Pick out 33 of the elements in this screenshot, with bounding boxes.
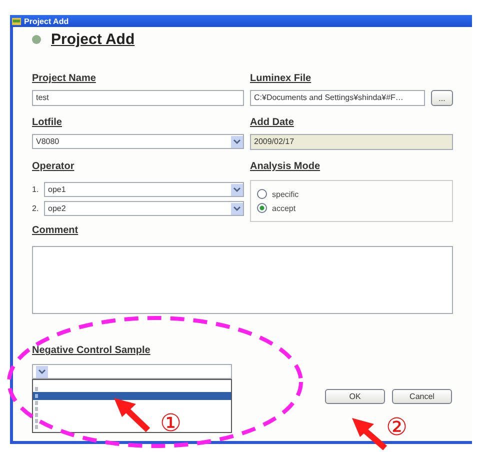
page-heading: Project Add (51, 31, 135, 48)
field-label: Lotfile (32, 117, 62, 128)
date-field: 2009/02/17 (250, 134, 453, 150)
file-path-field[interactable]: C:¥Documents and Settings¥shinda¥#F… (250, 90, 425, 106)
row-number: 1. (32, 185, 38, 194)
text-field[interactable]: test (32, 90, 244, 106)
field-label: Negative Control Sample (32, 345, 150, 356)
annotation-marker: ① (160, 412, 182, 436)
arrow (114, 398, 150, 432)
comment-text-area[interactable] (32, 246, 453, 314)
annotation-marker: ② (386, 416, 408, 440)
app-icon (12, 16, 21, 26)
dropdown-field[interactable] (32, 364, 232, 379)
radio-label[interactable]: specific (272, 190, 299, 198)
cancel-button[interactable]: Cancel (392, 389, 452, 404)
browse-button[interactable]: ... (431, 90, 453, 106)
ok-button[interactable]: OK (325, 389, 385, 404)
dropdown-field[interactable]: ope1 (44, 182, 244, 197)
bullet-icon (32, 35, 41, 44)
field-label: Project Name (32, 73, 96, 84)
radio-button[interactable] (257, 189, 267, 199)
dropdown-field[interactable]: V8080 (32, 134, 244, 149)
field-label: Luminex File (250, 73, 312, 84)
arrow (352, 418, 387, 450)
field-label: Analysis Mode (250, 161, 320, 172)
field-label: Add Date (250, 117, 294, 128)
window-title: Project Add (24, 16, 69, 26)
field-label: Operator (32, 161, 74, 172)
field-label: Comment (32, 225, 78, 236)
row-number: 2. (32, 204, 38, 213)
radio-label[interactable]: accept (272, 204, 296, 212)
dropdown-field[interactable]: ope2 (44, 201, 244, 216)
radio-button[interactable] (257, 203, 267, 213)
